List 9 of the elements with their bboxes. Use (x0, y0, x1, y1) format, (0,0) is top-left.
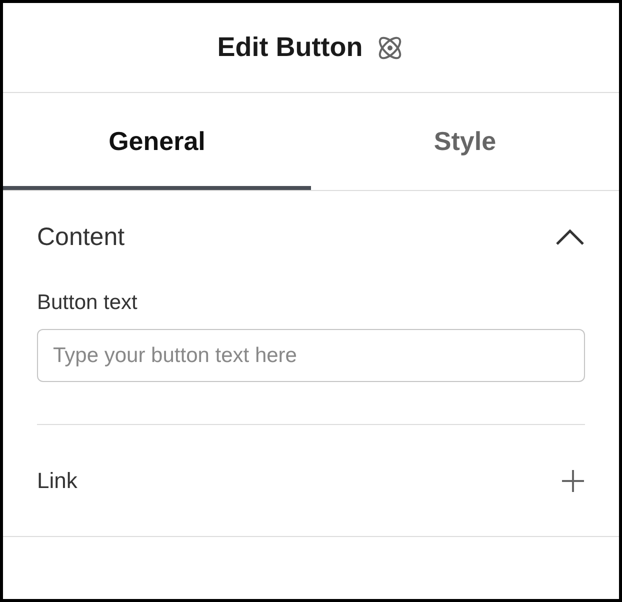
field-label: Button text (37, 291, 138, 315)
plus-icon[interactable] (561, 468, 585, 492)
chevron-up-icon[interactable] (555, 228, 585, 246)
panel-title: Edit Button (217, 32, 363, 63)
input-field[interactable]: Type your button text here (37, 329, 585, 382)
tab[interactable]: General (3, 93, 311, 190)
section-title: Content (37, 222, 125, 252)
tab[interactable]: Style (311, 93, 619, 190)
link-label: Link (37, 468, 78, 494)
